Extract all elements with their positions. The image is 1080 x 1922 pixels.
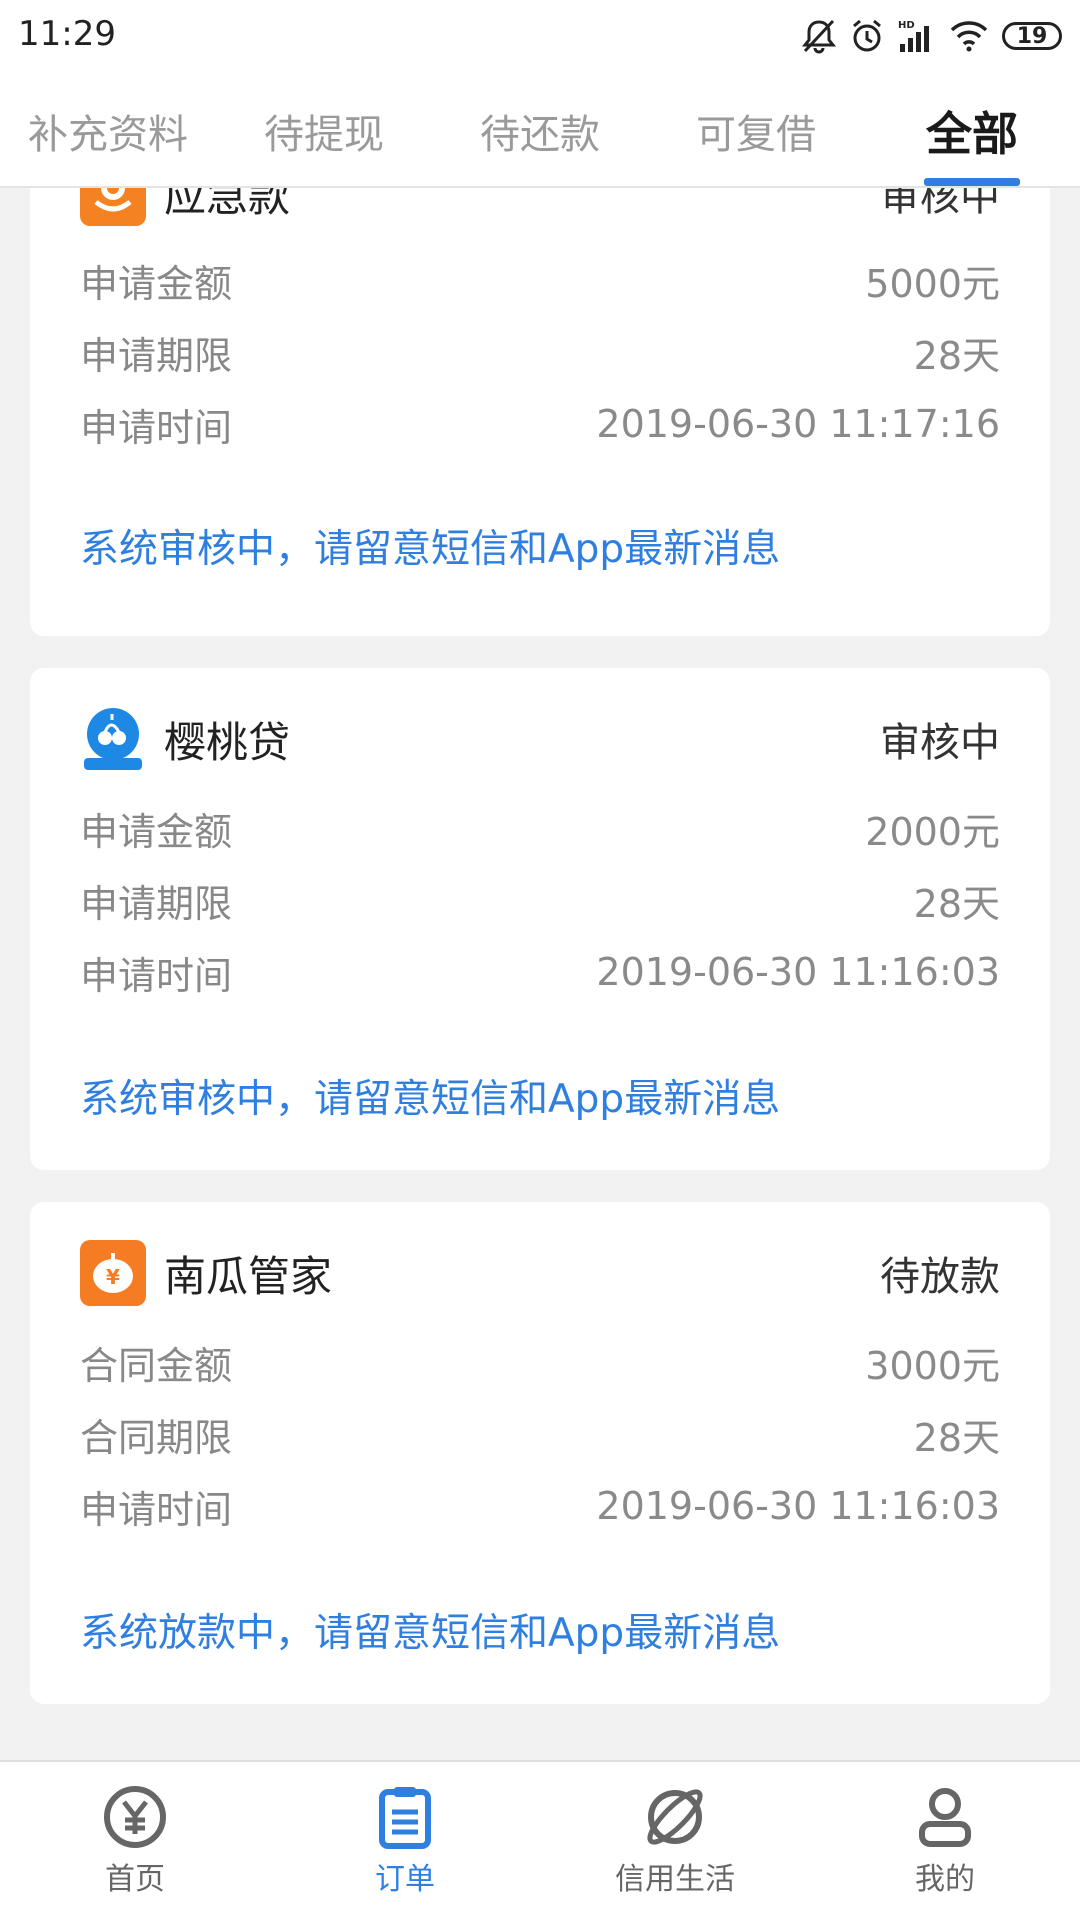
- tab-pending-withdraw[interactable]: 待提现: [216, 76, 432, 186]
- tab-all[interactable]: 全部: [864, 76, 1080, 186]
- status-note: 系统放款中，请留意短信和App最新消息: [80, 1611, 781, 1656]
- detail-row: 申请金额 5000元: [80, 250, 1000, 310]
- detail-label: 申请时间: [80, 405, 233, 450]
- detail-value: 2019-06-30 11:16:03: [596, 950, 1000, 994]
- app-name: 应急款: [164, 188, 291, 221]
- detail-label: 申请期限: [80, 881, 233, 926]
- detail-label: 申请时间: [80, 1487, 233, 1532]
- nav-label: 信用生活: [615, 1862, 735, 1897]
- detail-label: 申请时间: [80, 953, 233, 998]
- alarm-icon: [853, 19, 881, 52]
- detail-value: 28天: [913, 1415, 1000, 1460]
- tab-reborrow[interactable]: 可复借: [648, 76, 864, 186]
- detail-row: 合同期限 28天: [80, 1404, 1000, 1464]
- card-header: 应急款 审核中: [80, 188, 1000, 228]
- detail-value: 3000元: [865, 1343, 1000, 1388]
- planet-icon: [647, 1789, 703, 1845]
- detail-value: 5000元: [865, 261, 1000, 306]
- detail-label: 申请金额: [80, 809, 233, 854]
- nav-orders[interactable]: 订单: [270, 1762, 540, 1922]
- signal-hd-icon: HD: [898, 20, 929, 52]
- detail-value: 2019-06-30 11:16:03: [596, 1484, 1000, 1528]
- order-status: 待放款: [880, 1254, 1000, 1300]
- yuan-coin-icon: [104, 1786, 166, 1848]
- battery-indicator: 19: [1002, 22, 1062, 50]
- person-icon: [919, 1788, 971, 1847]
- nav-label: 首页: [105, 1862, 165, 1897]
- detail-row: 申请期限 28天: [80, 870, 1000, 930]
- order-list: 应急款 审核中 申请金额 5000元 申请期限 28天 申请时间 2019-06…: [0, 188, 1080, 1760]
- order-status: 审核中: [880, 188, 1000, 220]
- order-status: 审核中: [880, 720, 1000, 766]
- status-icons: HD 19: [802, 14, 1062, 58]
- nav-mine[interactable]: 我的: [810, 1762, 1080, 1922]
- detail-row: 申请期限 28天: [80, 322, 1000, 382]
- svg-text:¥: ¥: [106, 1265, 120, 1289]
- status-note: 系统审核中，请留意短信和App最新消息: [80, 1077, 781, 1122]
- card-header: 樱桃贷 审核中: [80, 704, 1000, 774]
- status-bar: 11:29 HD 19: [0, 0, 1080, 76]
- tab-supplement-info[interactable]: 补充资料: [0, 76, 216, 186]
- card-header: ¥ 南瓜管家 待放款: [80, 1238, 1000, 1308]
- detail-label: 合同金额: [80, 1343, 233, 1388]
- svg-text:HD: HD: [898, 20, 915, 31]
- nav-home[interactable]: 首页: [0, 1762, 270, 1922]
- wifi-icon: [950, 21, 988, 52]
- detail-label: 申请期限: [80, 333, 233, 378]
- app-name: 樱桃贷: [164, 717, 291, 767]
- detail-value: 2000元: [865, 809, 1000, 854]
- order-card[interactable]: 樱桃贷 审核中 申请金额 2000元 申请期限 28天 申请时间 2019-06…: [30, 668, 1050, 1170]
- detail-row: 申请时间 2019-06-30 11:16:03: [80, 942, 1000, 1002]
- status-note: 系统审核中，请留意短信和App最新消息: [80, 527, 781, 572]
- detail-row: 申请金额 2000元: [80, 798, 1000, 858]
- detail-value: 2019-06-30 11:17:16: [596, 402, 1000, 446]
- order-card[interactable]: 应急款 审核中 申请金额 5000元 申请期限 28天 申请时间 2019-06…: [30, 188, 1050, 636]
- app-logo-icon: [80, 188, 146, 226]
- order-tabs: 补充资料 待提现 待还款 可复借 全部: [0, 76, 1080, 188]
- clipboard-icon: [379, 1787, 431, 1849]
- nav-label: 订单: [375, 1862, 435, 1897]
- nav-credit-life[interactable]: 信用生活: [540, 1762, 810, 1922]
- app-logo-icon: [80, 706, 146, 772]
- detail-label: 申请金额: [80, 261, 233, 306]
- detail-row: 申请时间 2019-06-30 11:17:16: [80, 394, 1000, 454]
- detail-row: 申请时间 2019-06-30 11:16:03: [80, 1476, 1000, 1536]
- detail-value: 28天: [913, 881, 1000, 926]
- tab-pending-repay[interactable]: 待还款: [432, 76, 648, 186]
- pumpkin-logo-icon: ¥: [80, 1240, 146, 1306]
- status-time: 11:29: [18, 14, 116, 54]
- bell-off-icon: [802, 19, 836, 54]
- detail-row: 合同金额 3000元: [80, 1332, 1000, 1392]
- bottom-nav: 首页 订单 信用生活 我的: [0, 1760, 1080, 1922]
- nav-label: 我的: [915, 1862, 975, 1897]
- order-card[interactable]: ¥ 南瓜管家 待放款 合同金额 3000元 合同期限 28天 申请时间 2019…: [30, 1202, 1050, 1704]
- detail-value: 28天: [913, 333, 1000, 378]
- app-name: 南瓜管家: [164, 1251, 333, 1301]
- detail-label: 合同期限: [80, 1415, 233, 1460]
